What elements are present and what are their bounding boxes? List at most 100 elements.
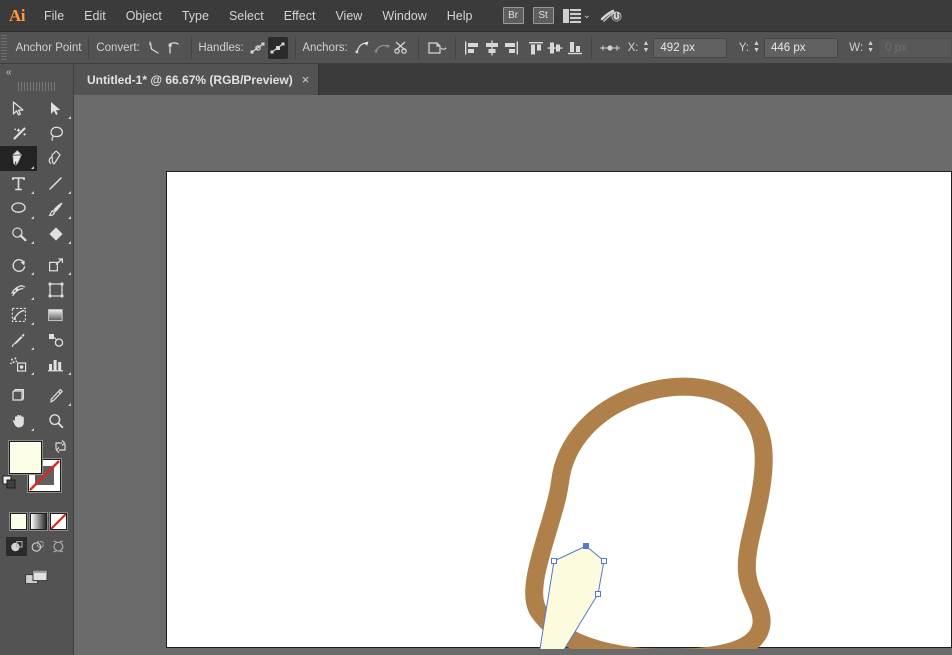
align-top-button[interactable] — [526, 37, 545, 59]
chevron-down-icon: ⌄ — [583, 10, 591, 21]
menu-item-type[interactable]: Type — [172, 0, 219, 32]
fill-swatch[interactable] — [9, 441, 42, 474]
document-tab-untitled-1[interactable]: Untitled-1* @ 66.67% (RGB/Preview) × — [74, 64, 319, 95]
shape-builder-tool[interactable] — [0, 302, 37, 327]
tool-flyout-indicator — [68, 116, 71, 119]
line-segment-tool[interactable] — [37, 171, 74, 196]
screen-mode-row — [0, 568, 73, 593]
y-stepper[interactable]: ▲▼ — [753, 41, 760, 54]
artboard[interactable] — [166, 171, 952, 648]
drawing-mode-buttons — [0, 537, 73, 556]
tool-flyout-indicator — [31, 241, 34, 244]
align-right-button[interactable] — [502, 37, 521, 59]
align-bottom-button[interactable] — [565, 37, 584, 59]
menu-item-help[interactable]: Help — [437, 0, 483, 32]
show-handles-button[interactable] — [249, 37, 268, 59]
x-input[interactable]: 492 px — [653, 38, 727, 58]
blend-tool[interactable] — [37, 327, 74, 352]
gradient-tool[interactable] — [37, 302, 74, 327]
change-screen-mode-button[interactable] — [22, 568, 52, 593]
remove-anchor-button[interactable] — [353, 37, 372, 59]
collapse-panel-icon[interactable]: « — [6, 67, 11, 78]
divider — [455, 37, 456, 59]
convert-to-smooth-button[interactable] — [164, 37, 183, 59]
w-input: 0 px — [878, 38, 952, 58]
connect-anchors-button[interactable] — [372, 37, 391, 59]
swap-fill-stroke-icon[interactable] — [53, 439, 68, 459]
tool-flyout-indicator — [68, 241, 71, 244]
tool-flyout-indicator — [68, 272, 71, 275]
menu-item-window[interactable]: Window — [372, 0, 436, 32]
x-stepper[interactable]: ▲▼ — [642, 41, 649, 54]
control-bar: Anchor Point Convert: Handles: Anchors: — [0, 32, 952, 64]
selection-tool[interactable] — [0, 96, 37, 121]
curvature-tool[interactable] — [37, 146, 74, 171]
document-tab-label: Untitled-1* @ 66.67% (RGB/Preview) — [87, 73, 293, 87]
tool-grid — [0, 96, 74, 433]
control-bar-grip[interactable] — [1, 35, 7, 61]
slice-tool[interactable] — [37, 383, 74, 408]
symbol-sprayer-tool[interactable] — [0, 352, 37, 377]
lasso-tool[interactable] — [37, 121, 74, 146]
tool-flyout-indicator — [68, 216, 71, 219]
transform-reference-point-icon[interactable] — [599, 37, 621, 59]
magic-wand-tool[interactable] — [0, 121, 37, 146]
column-graph-tool[interactable] — [37, 352, 74, 377]
menu-item-edit[interactable]: Edit — [74, 0, 116, 32]
menu-item-select[interactable]: Select — [219, 0, 274, 32]
menu-item-file[interactable]: File — [34, 0, 74, 32]
eyedropper-tool[interactable] — [0, 327, 37, 352]
artboard-tool[interactable] — [0, 383, 37, 408]
align-left-button[interactable] — [463, 37, 482, 59]
bridge-button[interactable]: Br — [503, 7, 524, 24]
hand-tool[interactable] — [0, 408, 37, 433]
type-tool[interactable] — [0, 171, 37, 196]
tool-flyout-indicator — [31, 272, 34, 275]
tools-panel-drag-grip[interactable] — [18, 81, 55, 92]
workspace-switcher-icon[interactable] — [600, 7, 622, 25]
color-swatch-button[interactable] — [10, 513, 27, 530]
tools-panel-header: « — [0, 64, 73, 80]
align-vertical-center-button[interactable] — [545, 37, 564, 59]
width-tool[interactable] — [0, 277, 37, 302]
isolate-selected-object-button[interactable] — [426, 37, 448, 59]
none-swatch-button[interactable] — [50, 513, 67, 530]
stock-button[interactable]: St — [533, 7, 554, 24]
gradient-swatch-button[interactable] — [30, 513, 47, 530]
y-input[interactable]: 446 px — [764, 38, 838, 58]
convert-to-corner-button[interactable] — [145, 37, 164, 59]
draw-normal-button[interactable] — [6, 537, 27, 556]
direct-selection-tool[interactable] — [37, 96, 74, 121]
eraser-tool[interactable] — [37, 221, 74, 246]
scale-tool[interactable] — [37, 252, 74, 277]
tool-flyout-indicator — [31, 297, 34, 300]
width-field-group: W: ▲▼ 0 px — [849, 38, 952, 58]
w-stepper: ▲▼ — [867, 41, 874, 54]
align-horizontal-center-button[interactable] — [482, 37, 501, 59]
ellipse-tool[interactable] — [0, 196, 37, 221]
default-fill-stroke-icon[interactable] — [2, 475, 17, 495]
handles-label: Handles: — [198, 42, 243, 54]
canvas-area[interactable] — [74, 95, 952, 655]
draw-inside-button[interactable] — [48, 537, 69, 556]
menu-item-view[interactable]: View — [325, 0, 372, 32]
pen-tool[interactable] — [0, 146, 37, 171]
illustrator-window: Ai File Edit Object Type Select Effect V… — [0, 0, 952, 655]
cut-path-at-anchor-button[interactable] — [392, 37, 411, 59]
draw-behind-button[interactable] — [27, 537, 48, 556]
hide-handles-button[interactable] — [268, 37, 287, 59]
tool-flyout-indicator — [68, 403, 71, 406]
zoom-tool[interactable] — [37, 408, 74, 433]
arrange-documents-button[interactable]: ⌄ — [563, 9, 591, 23]
menu-bar: Ai File Edit Object Type Select Effect V… — [0, 0, 952, 32]
convert-label: Convert: — [96, 42, 139, 54]
tool-flyout-indicator — [68, 191, 71, 194]
menu-item-object[interactable]: Object — [116, 0, 172, 32]
rotate-tool[interactable] — [0, 252, 37, 277]
free-transform-tool[interactable] — [37, 277, 74, 302]
menu-item-effect[interactable]: Effect — [274, 0, 326, 32]
close-icon[interactable]: × — [302, 73, 310, 86]
artwork-layer — [167, 172, 952, 649]
paintbrush-tool[interactable] — [37, 196, 74, 221]
shaper-tool[interactable] — [0, 221, 37, 246]
